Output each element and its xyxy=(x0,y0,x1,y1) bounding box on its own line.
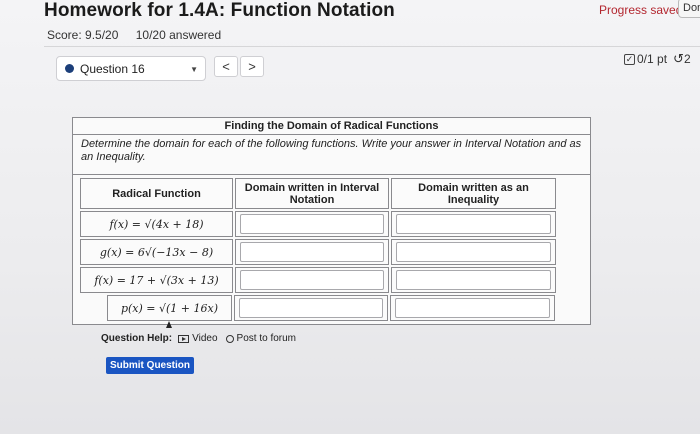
question-help: Question Help: Video Post to forum xyxy=(101,333,296,344)
grid-header-row: Radical Function Domain written in Inter… xyxy=(79,177,586,210)
inequality-answer-input[interactable] xyxy=(396,214,551,234)
interval-answer-input[interactable] xyxy=(240,270,384,290)
inequality-answer-input[interactable] xyxy=(395,298,550,318)
submit-question-button[interactable]: Submit Question xyxy=(106,357,194,374)
inequality-cell xyxy=(391,211,556,237)
inequality-answer-input[interactable] xyxy=(396,242,551,262)
interval-cell xyxy=(235,239,389,265)
interval-answer-input[interactable] xyxy=(240,242,384,262)
answer-grid: Radical Function Domain written in Inter… xyxy=(73,175,590,324)
table-row: p(x) = √(1 + 16x) xyxy=(79,294,586,322)
inequality-cell xyxy=(391,239,556,265)
function-cell: p(x) = √(1 + 16x) xyxy=(107,295,232,321)
question-status-dot xyxy=(65,64,74,73)
next-question-button[interactable]: > xyxy=(240,56,264,77)
inequality-cell xyxy=(391,267,556,293)
chevron-down-icon: ▼ xyxy=(190,65,198,74)
answered-count: 10/20 answered xyxy=(135,28,222,42)
mouse-cursor-icon xyxy=(166,321,172,328)
table-row: g(x) = 6√(−13x − 8) xyxy=(79,238,586,266)
score-text: Score: 9.5/20 xyxy=(47,28,119,42)
inequality-cell xyxy=(390,295,555,321)
points-indicator: ✓ 0/1 pt ↺ 2 xyxy=(624,51,691,67)
interval-cell xyxy=(235,211,389,237)
question-help-label: Question Help: xyxy=(101,333,173,344)
table-row: f(x) = √(4x + 18) xyxy=(79,210,586,238)
interval-answer-input[interactable] xyxy=(240,214,384,234)
header-divider xyxy=(44,46,700,47)
interval-cell xyxy=(234,295,388,321)
table-title: Finding the Domain of Radical Functions xyxy=(73,118,590,135)
progress-status: Progress saved xyxy=(599,3,683,17)
table-row: f(x) = 17 + √(3x + 13) xyxy=(79,266,586,294)
video-link[interactable]: Video xyxy=(192,333,217,344)
score-line: Score: 9.5/20 10/20 answered xyxy=(47,28,235,42)
column-header-inequality: Domain written as an Inequality xyxy=(391,178,556,209)
instructions: Determine the domain for each of the fol… xyxy=(73,135,590,175)
retry-icon: ↺ xyxy=(673,51,684,66)
prev-question-button[interactable]: < xyxy=(214,56,238,77)
points-value: 0/1 pt xyxy=(637,52,668,66)
function-cell: f(x) = 17 + √(3x + 13) xyxy=(80,267,233,293)
inequality-answer-input[interactable] xyxy=(396,270,551,290)
speech-bubble-icon[interactable] xyxy=(225,334,234,343)
question-select-label: Question 16 xyxy=(80,61,145,76)
video-icon[interactable] xyxy=(178,334,190,343)
question-select[interactable]: Question 16 ▼ xyxy=(56,56,206,81)
column-header-function: Radical Function xyxy=(80,178,233,209)
post-to-forum-link[interactable]: Post to forum xyxy=(237,333,296,344)
homework-page: Homework for 1.4A: Function Notation Sco… xyxy=(0,0,700,434)
function-cell: f(x) = √(4x + 18) xyxy=(80,211,233,237)
column-header-interval: Domain written in Interval Notation xyxy=(235,178,389,209)
page-title: Homework for 1.4A: Function Notation xyxy=(44,0,395,21)
done-button[interactable]: Done xyxy=(678,0,700,18)
interval-answer-input[interactable] xyxy=(239,298,383,318)
retries-count: 2 xyxy=(683,52,691,66)
function-cell: g(x) = 6√(−13x − 8) xyxy=(80,239,233,265)
interval-cell xyxy=(235,267,389,293)
question-table: Finding the Domain of Radical Functions … xyxy=(72,117,591,325)
checkbox-icon: ✓ xyxy=(624,53,635,65)
